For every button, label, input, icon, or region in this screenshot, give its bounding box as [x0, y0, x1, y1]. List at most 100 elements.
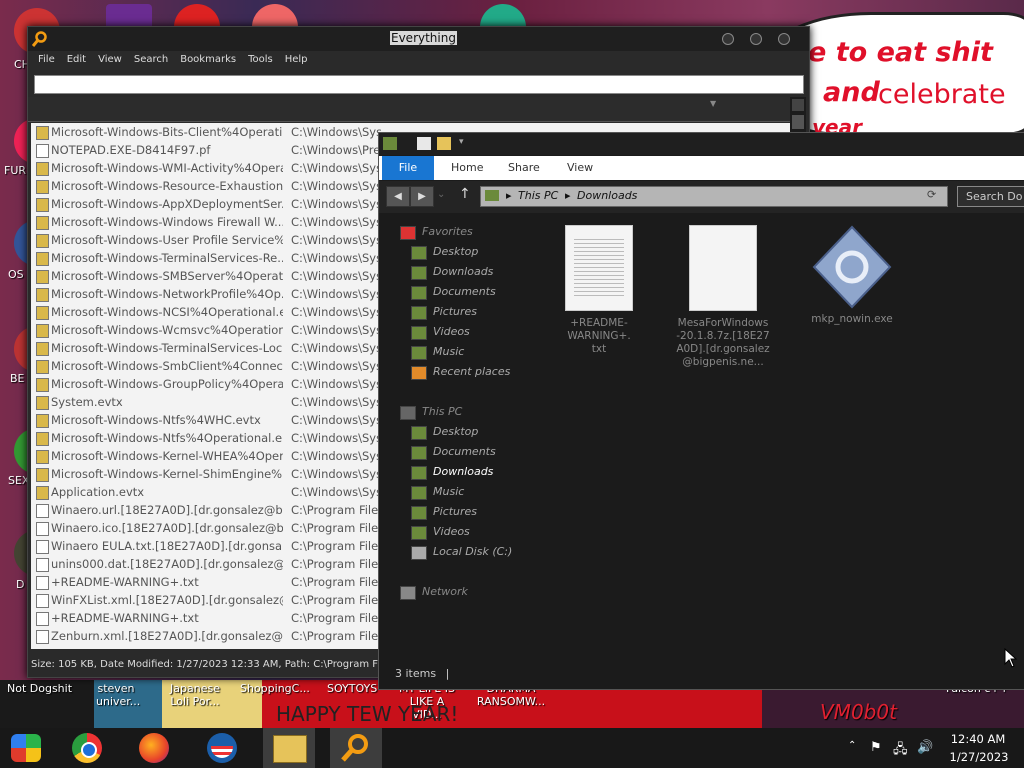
flag-icon[interactable]: ⚑ — [870, 740, 882, 755]
folder-icon[interactable] — [383, 137, 397, 150]
nav-network[interactable]: Network — [422, 585, 468, 598]
file-name: Microsoft-Windows-Kernel-WHEA%4Oper... — [51, 449, 283, 463]
taskbar-everything[interactable] — [330, 728, 382, 768]
breadcrumb-downloads[interactable]: Downloads — [577, 189, 637, 202]
tab-home[interactable]: Home — [451, 156, 483, 180]
chevron-down-icon[interactable]: ▾ — [459, 137, 464, 147]
tab-share[interactable]: Share — [508, 156, 540, 180]
folder-icon — [411, 466, 427, 480]
nav-item-downloads[interactable]: Downloads — [433, 465, 493, 478]
refresh-icon[interactable]: ⟳ — [927, 188, 936, 201]
nav-item-desktop[interactable]: Desktop — [433, 245, 478, 258]
document-icon — [36, 558, 49, 572]
up-arrow-icon[interactable]: ↑ — [459, 186, 471, 202]
file-name: Application.evtx — [51, 485, 145, 499]
file-path: C:\Windows\Sys — [291, 467, 381, 481]
menu-file[interactable]: File — [34, 51, 63, 71]
nav-item-pictures[interactable]: Pictures — [433, 505, 477, 518]
tab-file[interactable]: File — [382, 156, 434, 180]
nav-favorites[interactable]: Favorites — [422, 225, 473, 238]
event-log-icon — [36, 360, 49, 374]
folder-icon — [411, 326, 427, 340]
file-path: C:\Program Files — [291, 539, 381, 553]
nav-item-documents[interactable]: Documents — [433, 445, 496, 458]
clock-time[interactable]: 12:40 AM — [950, 732, 1006, 746]
file-path: C:\Program Files — [291, 593, 381, 607]
document-icon — [36, 612, 49, 626]
shortcut-shoppingc[interactable]: ShoppingC... — [240, 682, 310, 695]
nav-this-pc[interactable]: This PC — [422, 405, 462, 418]
nav-item-desktop[interactable]: Desktop — [433, 425, 478, 438]
status-bar: 3 items | — [395, 667, 450, 680]
file-item[interactable]: MesaForWindows-20.1.8.7z.[18E27A0D].[dr.… — [673, 225, 773, 369]
show-hidden-icons-icon[interactable]: ⌃ — [848, 740, 856, 751]
file-item[interactable]: mkp_nowin.exe — [802, 225, 902, 326]
nav-item-videos[interactable]: Videos — [433, 525, 470, 538]
search-input[interactable] — [34, 75, 804, 94]
menu-view[interactable]: View — [94, 51, 130, 71]
search-input[interactable]: Search Do — [957, 186, 1024, 207]
shortcut-not-dogshit[interactable]: Not Dogshit — [7, 682, 72, 695]
event-log-icon — [36, 270, 49, 284]
menu-edit[interactable]: Edit — [63, 51, 94, 71]
column-header[interactable]: ▼ — [28, 97, 790, 122]
document-icon — [36, 540, 49, 554]
event-log-icon — [36, 162, 49, 176]
taskbar-firefox[interactable] — [128, 728, 180, 768]
event-log-icon — [36, 252, 49, 266]
file-path: C:\Program Files — [291, 503, 381, 517]
nav-item-music[interactable]: Music — [433, 485, 464, 498]
maximize-button[interactable] — [750, 33, 762, 45]
nav-item-pictures[interactable]: Pictures — [433, 305, 477, 318]
file-path: C:\Windows\Sys — [291, 197, 381, 211]
taskbar-obama[interactable] — [196, 728, 248, 768]
folder-icon — [411, 286, 427, 300]
event-log-icon — [36, 342, 49, 356]
firefox-icon — [139, 733, 169, 763]
file-item[interactable]: +README-WARNING+.txt — [549, 225, 649, 356]
menu-help[interactable]: Help — [281, 51, 316, 71]
obama-icon — [207, 733, 237, 763]
taskbar-file-explorer[interactable] — [263, 728, 315, 768]
file-name: System.evtx — [51, 395, 123, 409]
nav-item-local-disk-c-[interactable]: Local Disk (C:) — [433, 545, 512, 558]
shortcut-japanese[interactable]: Japanese Loli Por... — [166, 682, 224, 708]
nav-item-documents[interactable]: Documents — [433, 285, 496, 298]
close-button[interactable] — [778, 33, 790, 45]
nav-item-recent-places[interactable]: Recent places — [433, 365, 510, 378]
menu-search[interactable]: Search — [130, 51, 176, 71]
taskbar-chrome[interactable] — [62, 728, 114, 768]
properties-icon[interactable] — [417, 137, 431, 150]
network-icon[interactable]: 🖧 — [893, 740, 908, 762]
address-bar[interactable]: ▸ This PC ▸ Downloads ⟳ — [480, 186, 948, 207]
title-bar[interactable]: Everything — [28, 27, 809, 51]
shortcut-soytoys[interactable]: SOYTOYS — [327, 682, 377, 695]
new-folder-icon[interactable] — [437, 137, 451, 150]
nav-item-downloads[interactable]: Downloads — [433, 265, 493, 278]
clock-date[interactable]: 1/27/2023 — [946, 750, 1012, 764]
nav-item-music[interactable]: Music — [433, 345, 464, 358]
file-name: Microsoft-Windows-GroupPolicy%4Opera... — [51, 377, 283, 391]
sort-arrow-icon: ▼ — [710, 99, 717, 108]
recent-dropdown-icon[interactable]: ⌄ — [437, 189, 445, 200]
scroll-thumb[interactable] — [792, 115, 804, 129]
back-button[interactable]: ◀ — [386, 186, 410, 207]
menu-bookmarks[interactable]: Bookmarks — [176, 51, 244, 71]
file-path: C:\Windows\Sys — [291, 413, 381, 427]
shortcut-steven-universe[interactable]: steven univer... — [96, 682, 140, 708]
forward-button[interactable]: ▶ — [410, 186, 434, 207]
menu-tools[interactable]: Tools — [244, 51, 281, 71]
folder-icon — [411, 506, 427, 520]
document-icon — [36, 576, 49, 590]
volume-icon[interactable]: 🔊 — [917, 740, 933, 755]
tab-view[interactable]: View — [567, 156, 593, 180]
minimize-button[interactable] — [722, 33, 734, 45]
breadcrumb-this-pc[interactable]: This PC — [518, 189, 558, 202]
file-name: unins000.dat.[18E27A0D].[dr.gonsalez@bi.… — [51, 557, 283, 571]
folder-icon — [411, 426, 427, 440]
start-button[interactable] — [0, 728, 52, 768]
desktop-label: BE — [10, 372, 25, 385]
nav-item-videos[interactable]: Videos — [433, 325, 470, 338]
scroll-up-button[interactable] — [792, 99, 804, 111]
file-path: C:\Windows\Sys — [291, 233, 381, 247]
